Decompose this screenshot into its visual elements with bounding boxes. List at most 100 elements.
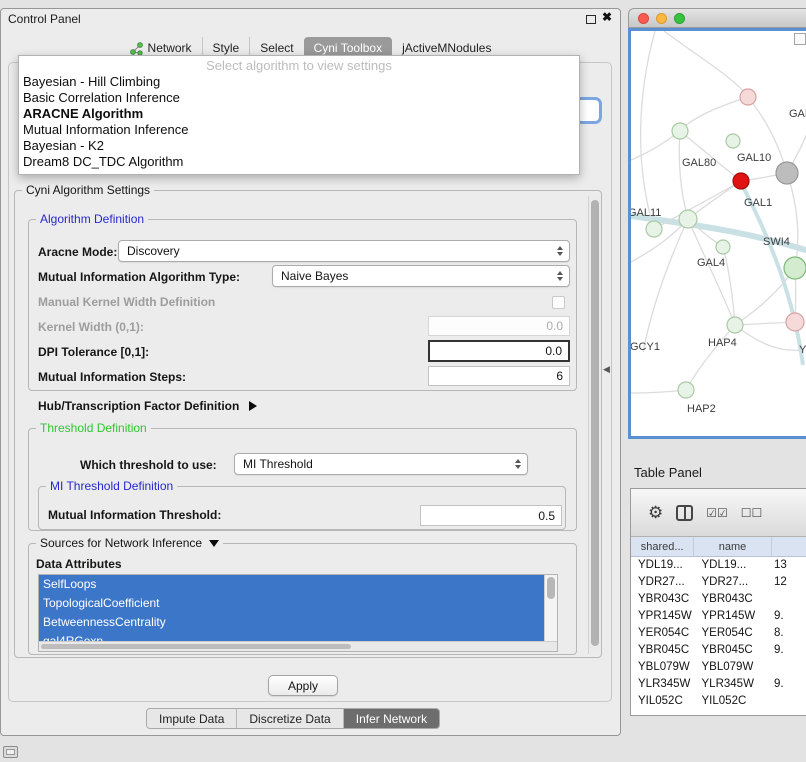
hub-section-toggle[interactable]: Hub/Transcription Factor Definition <box>38 399 257 413</box>
algorithm-option[interactable]: Basic Correlation Inference <box>19 90 579 106</box>
network-node[interactable] <box>786 313 804 331</box>
network-svg[interactable]: GAL8GAL80GAL10GAL11GAL1SWI4GAL4GCY1HAP4H… <box>631 31 806 436</box>
apply-button[interactable]: Apply <box>268 675 338 696</box>
attributes-list-scrollbar-thumb[interactable] <box>547 577 555 599</box>
table-cell: YBR043C <box>631 591 695 608</box>
node-label: Y <box>799 344 806 356</box>
algorithm-option[interactable]: Dream8 DC_TDC Algorithm <box>19 154 579 170</box>
expand-right-icon <box>249 401 257 411</box>
control-panel-title: Control Panel <box>8 12 81 26</box>
tab-discretize-data[interactable]: Discretize Data <box>236 709 342 728</box>
network-node[interactable] <box>716 240 730 254</box>
table-row[interactable]: YDR27...YDR27...12 <box>631 574 806 591</box>
table-cell: YBR045C <box>695 642 772 659</box>
combo-arrows-icon <box>557 246 563 256</box>
threshold-definition-title: Threshold Definition <box>36 421 151 435</box>
mi-steps-field[interactable]: 6 <box>428 366 570 386</box>
data-attributes-label: Data Attributes <box>36 557 122 571</box>
collapse-down-icon <box>209 540 219 547</box>
which-threshold-value: MI Threshold <box>243 457 313 471</box>
deselect-all-columns-icon[interactable]: ☐☐ <box>741 506 763 520</box>
table-cell: 9. <box>772 676 806 693</box>
network-node[interactable] <box>776 162 798 184</box>
data-attribute-item[interactable]: BetweennessCentrality <box>39 613 546 632</box>
node-label: GAL1 <box>744 197 772 209</box>
table-cell: YBL079W <box>631 659 695 676</box>
network-node[interactable] <box>726 134 740 148</box>
table-toolbar: ⚙ ☑☑ ☐☐ <box>631 489 806 537</box>
select-all-columns-icon[interactable]: ☑☑ <box>706 506 728 520</box>
table-row[interactable]: YIL052CYIL052C <box>631 693 806 710</box>
network-view-canvas[interactable]: GAL8GAL80GAL10GAL11GAL1SWI4GAL4GCY1HAP4H… <box>628 28 806 439</box>
tab-infer-network[interactable]: Infer Network <box>343 709 439 728</box>
table-cell: 12 <box>772 574 806 591</box>
table-cell: YIL052C <box>695 693 772 710</box>
which-threshold-select[interactable]: MI Threshold <box>234 453 528 475</box>
algorithm-option[interactable]: Bayesian - Hill Climbing <box>19 74 579 90</box>
mi-threshold-field[interactable]: 0.5 <box>420 505 562 526</box>
network-node[interactable] <box>646 221 662 237</box>
settings-scrollbar[interactable] <box>588 196 601 654</box>
table-cell: YBR043C <box>695 591 772 608</box>
network-node[interactable] <box>740 89 756 105</box>
manual-kernel-checkbox <box>552 296 565 309</box>
network-node[interactable] <box>727 317 743 333</box>
table-cell: YLR345W <box>695 676 772 693</box>
table-row[interactable]: YBL079WYBL079W <box>631 659 806 676</box>
close-icon[interactable]: ✖ <box>602 10 612 24</box>
tab-label: jActiveMNodules <box>402 41 491 55</box>
table-panel-window: ⚙ ☑☑ ☐☐ shared...name YDL19...YDL19...13… <box>630 488 806 716</box>
columns-icon[interactable] <box>676 505 693 521</box>
column-header[interactable]: name <box>694 537 771 556</box>
gear-icon[interactable]: ⚙ <box>648 504 663 521</box>
attributes-list-vertical-scrollbar[interactable] <box>544 575 557 643</box>
network-window-titlebar[interactable] <box>628 8 806 28</box>
collapsed-panel-icon[interactable] <box>3 746 18 758</box>
table-cell: 13 <box>772 557 806 574</box>
algorithm-option[interactable]: ARACNE Algorithm <box>19 106 579 122</box>
attributes-list-horizontal-scrollbar[interactable] <box>39 641 557 651</box>
mi-type-value: Naive Bayes <box>281 269 348 283</box>
kernel-width-label: Kernel Width (0,1): <box>38 320 144 334</box>
dpi-tolerance-field[interactable]: 0.0 <box>428 340 570 362</box>
zoom-traffic-light-icon[interactable] <box>674 13 685 24</box>
table-cell: YER054C <box>695 625 772 642</box>
minimize-traffic-light-icon[interactable] <box>656 13 667 24</box>
node-label: HAP4 <box>708 337 737 349</box>
table-row[interactable]: YER054CYER054C8. <box>631 625 806 642</box>
mi-type-select[interactable]: Naive Bayes <box>272 265 570 287</box>
table-row[interactable]: YBR043CYBR043C <box>631 591 806 608</box>
aracne-mode-select[interactable]: Discovery <box>118 240 570 262</box>
network-node[interactable] <box>672 123 688 139</box>
table-cell <box>772 659 806 676</box>
which-threshold-label: Which threshold to use: <box>80 458 217 472</box>
column-header[interactable]: shared... <box>631 537 694 556</box>
network-node[interactable] <box>733 173 749 189</box>
network-node[interactable] <box>784 257 806 279</box>
mi-type-label: Mutual Information Algorithm Type: <box>38 270 240 284</box>
column-header[interactable] <box>772 537 806 556</box>
panel-collapse-handle[interactable]: ◀ <box>603 364 610 375</box>
table-row[interactable]: YBR045CYBR045C9. <box>631 642 806 659</box>
settings-scrollbar-thumb[interactable] <box>591 200 599 646</box>
network-node[interactable] <box>679 210 697 228</box>
table-row[interactable]: YLR345WYLR345W9. <box>631 676 806 693</box>
tab-impute-data[interactable]: Impute Data <box>147 709 236 728</box>
table-row[interactable]: YPR145WYPR145W9. <box>631 608 806 625</box>
network-node[interactable] <box>678 382 694 398</box>
sources-group-title[interactable]: Sources for Network Inference <box>36 536 223 550</box>
table-row[interactable]: YDL19...YDL19...13 <box>631 557 806 574</box>
algorithm-option[interactable]: Mutual Information Inference <box>19 122 579 138</box>
data-attribute-item[interactable]: SelfLoops <box>39 575 546 594</box>
algorithm-option[interactable]: Bayesian - K2 <box>19 138 579 154</box>
table-cell: 9. <box>772 642 806 659</box>
scrollbar-corner <box>794 33 806 45</box>
float-window-icon[interactable] <box>586 15 596 24</box>
attributes-list-hscrollbar-thumb[interactable] <box>41 644 351 649</box>
cyni-algorithm-settings-title: Cyni Algorithm Settings <box>22 183 154 197</box>
data-attribute-item[interactable]: TopologicalCoefficient <box>39 594 546 613</box>
close-traffic-light-icon[interactable] <box>638 13 649 24</box>
table-cell: YDL19... <box>631 557 695 574</box>
node-label: SWI4 <box>763 236 790 248</box>
tab-label: Select <box>260 41 293 55</box>
